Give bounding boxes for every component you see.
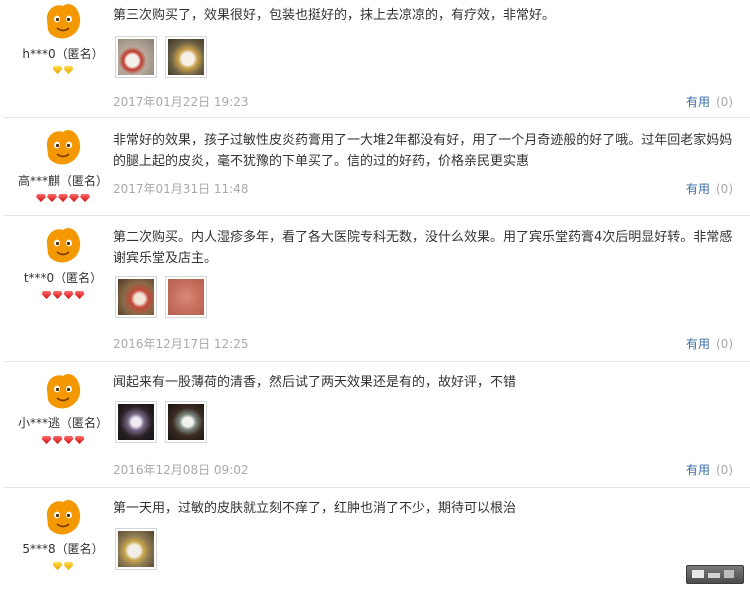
red-diamond-icon (80, 194, 90, 202)
red-diamond-icon (52, 436, 63, 444)
review-date: 2017年01月22日 19:23 (113, 95, 249, 109)
red-diamond-icon (74, 291, 85, 299)
review-item: h***0（匿名） 第三次购买了，效果很好，包装也挺好的，抹上去凉凉的，有疗效，… (0, 0, 750, 118)
keyboard-key-shape (692, 570, 704, 578)
useful-label[interactable]: 有用 (686, 463, 710, 477)
red-diamond-icon (69, 194, 79, 202)
useful-label[interactable]: 有用 (686, 182, 710, 196)
useful-button[interactable]: 有用 (0) (686, 180, 733, 197)
red-diamond-icon (74, 436, 85, 444)
red-diamond-icon (41, 436, 52, 444)
review-item: t***0（匿名） 第二次购买。内人湿疹多年，看了各大医院专科无数，没什么效果。… (0, 216, 750, 362)
red-diamond-icon (63, 436, 74, 444)
red-diamond-icon (58, 194, 68, 202)
review-text: 第二次购买。内人湿疹多年，看了各大医院专科无数，没什么效果。用了宾乐堂药膏4次后… (113, 230, 733, 266)
useful-button[interactable]: 有用 (0) (686, 335, 733, 352)
keyboard-key-shape (724, 570, 734, 578)
review-photo-thumbnail[interactable] (165, 276, 207, 318)
review-date: 2016年12月08日 09:02 (113, 463, 249, 477)
review-photos (115, 401, 215, 445)
review-photo-thumbnail[interactable] (115, 528, 157, 570)
review-text: 闻起来有一股薄荷的清香，然后试了两天效果还是有的，故好评，不错 (113, 375, 517, 390)
red-diamond-icon (52, 291, 63, 299)
user-avatar-icon (46, 373, 81, 409)
username: 小***逃（匿名） (17, 416, 108, 430)
review-text: 非常好的效果，孩子过敏性皮炎药膏用了一大堆2年都没有好，用了一个月奇迹般的好了哦… (113, 133, 733, 169)
gold-diamond-icon (63, 66, 74, 74)
gold-diamond-icon (52, 562, 63, 570)
user-level-badges (0, 562, 126, 574)
review-photo-thumbnail[interactable] (115, 276, 157, 318)
review-photo-thumbnail[interactable] (165, 401, 207, 443)
review-text: 第三次购买了，效果很好，包装也挺好的，抹上去凉凉的，有疗效，非常好。 (113, 8, 556, 23)
username: 高***麒（匿名） (17, 174, 108, 188)
useful-count: (0) (716, 182, 733, 196)
user-avatar-icon (46, 3, 81, 39)
red-diamond-icon (41, 291, 52, 299)
user-level-badges (0, 436, 126, 448)
useful-count: (0) (716, 463, 733, 477)
review-date: 2016年12月17日 12:25 (113, 337, 249, 351)
user-level-badges (0, 291, 126, 303)
useful-count: (0) (716, 95, 733, 109)
gold-diamond-icon (63, 562, 74, 570)
review-photo-thumbnail[interactable] (165, 36, 207, 78)
review-photos (115, 528, 165, 572)
username: h***0（匿名） (22, 47, 104, 61)
review-item: 5***8（匿名） 第一天用，过敏的皮肤就立刻不痒了，红肿也消了不少，期待可以根… (0, 488, 750, 614)
gold-diamond-icon (52, 66, 63, 74)
username: 5***8（匿名） (22, 542, 104, 556)
useful-label[interactable]: 有用 (686, 95, 710, 109)
useful-label[interactable]: 有用 (686, 337, 710, 351)
review-text: 第一天用，过敏的皮肤就立刻不痒了，红肿也消了不少，期待可以根治 (113, 501, 517, 516)
user-avatar-icon (46, 227, 81, 263)
user-level-badges (0, 66, 126, 78)
red-diamond-icon (63, 291, 74, 299)
user-avatar-icon (46, 129, 81, 165)
red-diamond-icon (47, 194, 57, 202)
useful-count: (0) (716, 337, 733, 351)
useful-button[interactable]: 有用 (0) (686, 93, 733, 110)
review-date: 2017年01月31日 11:48 (113, 182, 249, 196)
user-level-badges (0, 194, 126, 206)
keyboard-key-shape (708, 573, 720, 578)
red-diamond-icon (36, 194, 46, 202)
keyboard-icon[interactable] (686, 565, 744, 584)
review-photo-thumbnail[interactable] (115, 401, 157, 443)
review-photos (115, 276, 215, 320)
review-photo-thumbnail[interactable] (115, 36, 157, 78)
username: t***0（匿名） (23, 271, 103, 285)
review-item: 高***麒（匿名） 非常好的效果，孩子过敏性皮炎药膏用了一大堆2年都没有好，用了… (0, 118, 750, 216)
review-item: 小***逃（匿名） 闻起来有一股薄荷的清香，然后试了两天效果还是有的，故好评，不… (0, 362, 750, 488)
user-avatar-icon (46, 499, 81, 535)
useful-button[interactable]: 有用 (0) (686, 461, 733, 478)
review-photos (115, 36, 215, 80)
